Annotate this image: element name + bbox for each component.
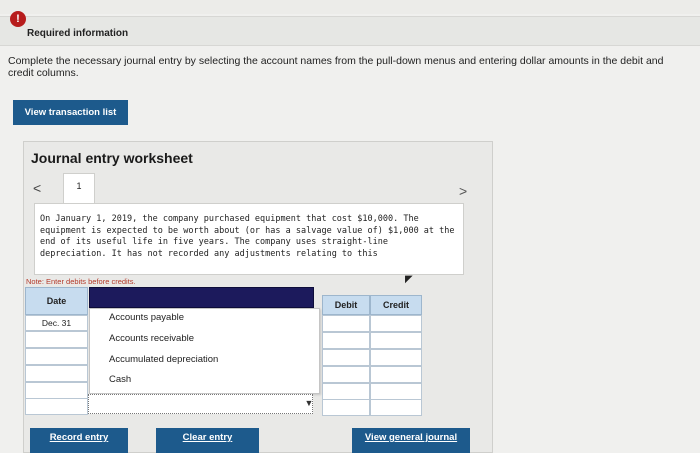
account-select-highlighted[interactable] bbox=[89, 287, 314, 308]
option-accumulated-depreciation[interactable]: Accumulated depreciation bbox=[109, 354, 218, 365]
credit-input[interactable] bbox=[370, 399, 422, 416]
option-accounts-payable[interactable]: Accounts payable bbox=[109, 312, 184, 323]
debit-column-header: Debit bbox=[322, 295, 370, 315]
chevron-left-icon[interactable]: < bbox=[33, 180, 41, 196]
page-tab-1[interactable]: 1 bbox=[63, 173, 95, 203]
required-info-title: Required information bbox=[27, 28, 129, 39]
view-general-journal-button[interactable]: View general journal bbox=[352, 428, 470, 453]
top-stripe bbox=[0, 0, 700, 14]
note-text: Note: Enter debits before credits. bbox=[26, 277, 136, 286]
debit-input[interactable] bbox=[322, 366, 370, 383]
debit-input[interactable] bbox=[322, 332, 370, 349]
option-accounts-receivable[interactable]: Accounts receivable bbox=[109, 333, 194, 344]
account-select[interactable] bbox=[88, 394, 313, 414]
chevron-right-icon[interactable]: > bbox=[459, 183, 467, 199]
instructions-text: Complete the necessary journal entry by … bbox=[8, 55, 664, 79]
debit-input[interactable] bbox=[322, 315, 370, 332]
record-entry-button[interactable]: Record entry bbox=[30, 428, 128, 453]
option-cash[interactable]: Cash bbox=[109, 374, 131, 385]
clear-entry-button[interactable]: Clear entry bbox=[156, 428, 259, 453]
date-cell[interactable]: Dec. 31 bbox=[25, 315, 88, 331]
credit-input[interactable] bbox=[370, 332, 422, 349]
date-cell[interactable] bbox=[25, 348, 88, 365]
view-transaction-list-button[interactable]: View transaction list bbox=[13, 100, 128, 125]
worksheet-title: Journal entry worksheet bbox=[31, 150, 193, 166]
date-column-header: Date bbox=[25, 287, 88, 315]
date-cell[interactable] bbox=[25, 382, 88, 399]
credit-input[interactable] bbox=[370, 383, 422, 400]
dropdown-arrow-icon[interactable]: ▼ bbox=[302, 398, 316, 412]
date-cell[interactable] bbox=[25, 365, 88, 382]
date-cell[interactable] bbox=[25, 331, 88, 348]
alert-icon: ! bbox=[10, 11, 26, 27]
cursor-icon: ◤ bbox=[405, 274, 413, 285]
debit-input[interactable] bbox=[322, 383, 370, 400]
debit-input[interactable] bbox=[322, 349, 370, 366]
credit-input[interactable] bbox=[370, 349, 422, 366]
credit-column-header: Credit bbox=[370, 295, 422, 315]
account-dropdown-list: Accounts payable Accounts receivable Acc… bbox=[89, 308, 320, 394]
credit-input[interactable] bbox=[370, 315, 422, 332]
date-cell[interactable] bbox=[25, 398, 88, 415]
credit-input[interactable] bbox=[370, 366, 422, 383]
debit-input[interactable] bbox=[322, 399, 370, 416]
required-info-bar: ! Required information bbox=[0, 11, 700, 46]
scenario-text: On January 1, 2019, the company purchase… bbox=[34, 203, 464, 275]
